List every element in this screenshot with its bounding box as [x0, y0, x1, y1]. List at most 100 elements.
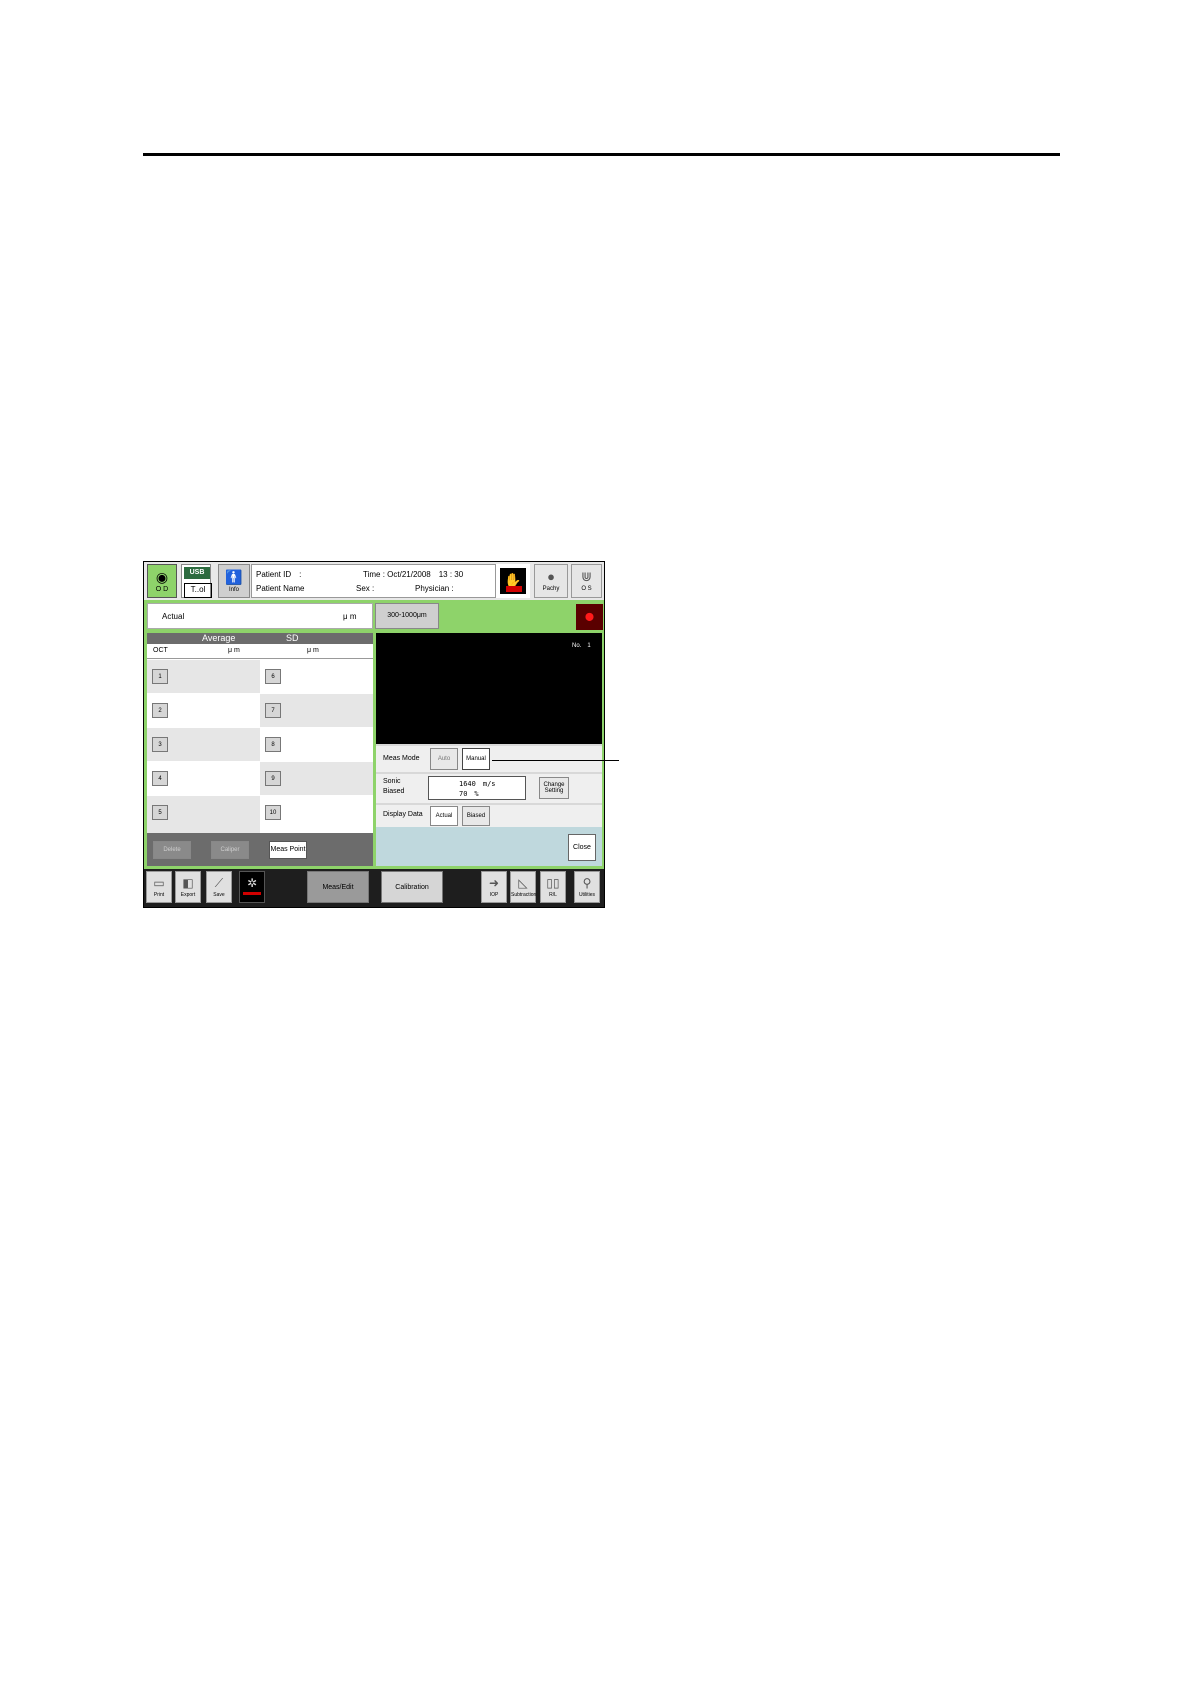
auto-button[interactable]: Auto	[430, 748, 458, 770]
meas-edit-button[interactable]: Meas/Edit	[307, 871, 369, 903]
table-row: 7	[260, 694, 373, 727]
save-button[interactable]: ⟋ Save	[206, 871, 232, 903]
point-9-button[interactable]: 9	[265, 771, 281, 786]
header-average: Average	[202, 633, 236, 643]
main-area: Actual μ m 300-1000μm ⬤ Average SD OCT μ…	[144, 600, 604, 869]
image-number: No. 1	[572, 643, 591, 649]
point-4-button[interactable]: 4	[152, 771, 168, 786]
patient-id-label: Patient ID :	[256, 570, 302, 579]
point-8-button[interactable]: 8	[265, 737, 281, 752]
eye-icon: ◉	[155, 569, 169, 585]
point-5-button[interactable]: 5	[152, 805, 168, 820]
time-label: Time : Oct/21/2008 13 : 30	[363, 570, 464, 579]
print-button[interactable]: ▭ Print	[146, 871, 172, 903]
pachy-icon: ●	[547, 569, 555, 584]
sonic-biased-row: Sonic Biased 1640 m/s 70 % Change Settin…	[376, 774, 602, 803]
printer-icon: ▭	[153, 876, 165, 890]
point-6-button[interactable]: 6	[265, 669, 281, 684]
manual-button[interactable]: Manual	[462, 748, 490, 770]
actual-label: Actual	[162, 612, 185, 621]
unit-sd: μ m	[307, 647, 319, 654]
table-row: 2	[147, 694, 260, 727]
change-setting-line2: Setting	[544, 788, 564, 794]
subtraction-icon: ◺	[518, 876, 528, 890]
point-10-button[interactable]: 10	[265, 805, 281, 820]
capture-button[interactable]: ✲	[239, 871, 265, 903]
usb-icon: USB	[184, 567, 210, 579]
point-2-button[interactable]: 2	[152, 703, 168, 718]
oct-image-viewer[interactable]: No. 1	[376, 633, 602, 744]
reset-button[interactable]: ⬤	[576, 604, 603, 630]
meas-mode-label: Meas Mode	[383, 755, 420, 762]
table-units-row: OCT μ m μ m	[147, 644, 373, 659]
actual-value-field: Actual μ m	[147, 603, 373, 629]
iop-button[interactable]: ➜ IOP	[481, 871, 507, 903]
print-label: Print	[153, 892, 165, 898]
table-row: 4	[147, 762, 260, 795]
alert-indicator	[506, 586, 522, 592]
display-data-row: Display Data Actual Biased	[376, 805, 602, 827]
capture-alert-bar	[243, 892, 261, 895]
rl-button[interactable]: ▯▯ R/L	[540, 871, 566, 903]
subtraction-button[interactable]: ◺ Subtraction	[510, 871, 536, 903]
callout-line	[492, 760, 619, 761]
rl-icon: ▯▯	[546, 876, 560, 890]
display-data-label: Display Data	[383, 811, 423, 818]
table-row: 3	[147, 728, 260, 761]
os-eye-button[interactable]: ⋓ O S	[571, 564, 602, 598]
actual-unit: μ m	[343, 612, 357, 621]
meas-mode-row: Meas Mode Auto Manual	[376, 746, 602, 772]
save-label: Save	[213, 892, 225, 898]
display-actual-button[interactable]: Actual	[430, 806, 458, 826]
od-label: O D	[155, 586, 169, 593]
caliper-button[interactable]: Caliper	[211, 841, 249, 859]
iop-label: IOP	[489, 892, 499, 898]
image-control-panel: No. 1 Meas Mode Auto Manual Sonic Biased…	[376, 633, 602, 866]
change-setting-button[interactable]: Change Setting	[539, 777, 569, 799]
table-header: Average SD	[147, 633, 373, 644]
point-1-button[interactable]: 1	[152, 669, 168, 684]
point-3-button[interactable]: 3	[152, 737, 168, 752]
alignment-button[interactable]: ✋	[496, 564, 530, 598]
pachy-label: Pachy	[542, 586, 560, 592]
info-label: Info	[228, 587, 239, 593]
results-table: Average SD OCT μ m μ m 1 6 2 7 3 8 4 9 5…	[147, 633, 373, 866]
table-row: 6	[260, 660, 373, 693]
patient-info-panel: Patient ID : Patient Name Time : Oct/21/…	[251, 564, 496, 598]
tx-label: T..ol	[184, 583, 212, 598]
table-row: 10	[260, 796, 373, 833]
os-label: O S	[581, 586, 592, 592]
table-row: 9	[260, 762, 373, 795]
eye-cup-icon: ⋓	[581, 569, 592, 584]
app-screen: ◉ O D USB T..ol 🚹 Info Patient ID : Pati…	[143, 561, 605, 908]
od-eye-button[interactable]: ◉ O D	[147, 564, 177, 598]
delete-button[interactable]: Delete	[153, 841, 191, 859]
bottom-toolbar: ▭ Print ◧ Export ⟋ Save ✲ Meas/Edit Cali…	[144, 869, 604, 907]
info-button[interactable]: 🚹 Info	[218, 564, 250, 598]
sonic-biased-value: 1640 m/s 70 %	[428, 776, 526, 800]
sonic-label: Sonic	[383, 778, 401, 785]
patient-name-label: Patient Name	[256, 584, 305, 593]
top-bar: ◉ O D USB T..ol 🚹 Info Patient ID : Pati…	[144, 562, 604, 600]
unit-average: μ m	[228, 647, 240, 654]
close-button[interactable]: Close	[568, 834, 596, 861]
physician-label: Physician :	[415, 584, 454, 593]
usb-button[interactable]: USB T..ol	[181, 564, 212, 598]
oct-label: OCT	[153, 647, 168, 654]
table-row: 5	[147, 796, 260, 833]
meas-point-button[interactable]: Meas Point	[269, 841, 307, 859]
pachy-button[interactable]: ● Pachy	[534, 564, 568, 598]
subtraction-label: Subtraction	[511, 892, 537, 898]
display-biased-button[interactable]: Biased	[462, 806, 490, 826]
biased-value: 70 %	[459, 790, 479, 798]
sonic-value: 1640 m/s	[459, 780, 496, 788]
range-button[interactable]: 300-1000μm	[375, 603, 439, 629]
utilities-button[interactable]: ⚲ Utilities	[574, 871, 600, 903]
point-7-button[interactable]: 7	[265, 703, 281, 718]
camera-icon: ✲	[246, 876, 258, 890]
header-sd: SD	[286, 633, 299, 643]
page-rule	[143, 153, 1060, 156]
calibration-button[interactable]: Calibration	[381, 871, 443, 903]
wrench-icon: ⚲	[582, 876, 592, 890]
export-button[interactable]: ◧ Export	[175, 871, 201, 903]
